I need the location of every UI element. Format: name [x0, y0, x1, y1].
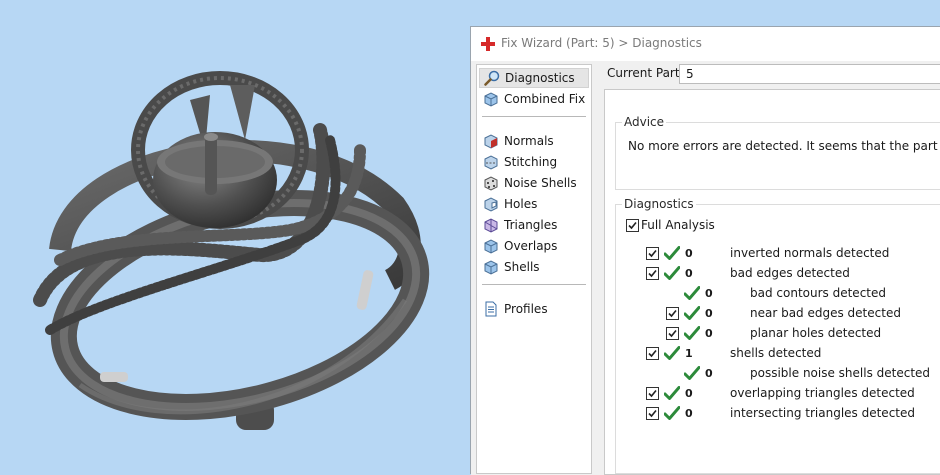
- ok-check-icon: [664, 346, 680, 360]
- diagnostic-count: 0: [705, 367, 713, 380]
- diagnostic-label: near bad edges detected: [750, 306, 901, 320]
- normals-cube-icon: [484, 134, 498, 149]
- triangles-cube-icon: [484, 218, 498, 233]
- diagnostic-label: planar holes detected: [750, 326, 882, 340]
- diagnostic-label: bad edges detected: [730, 266, 850, 280]
- ok-check-icon: [664, 406, 680, 420]
- diagnostic-count: 0: [705, 327, 713, 340]
- shells-cube-icon: [484, 260, 498, 275]
- sidebar-item-shells[interactable]: Shells: [479, 257, 589, 277]
- diagnostic-count: 0: [685, 407, 693, 420]
- wizard-client-area: Diagnostics Combined Fix Normals Stitchi…: [471, 61, 940, 475]
- sidebar-divider: [482, 116, 586, 117]
- sidebar-item-label: Normals: [504, 134, 554, 148]
- cube-icon: [484, 92, 498, 107]
- sidebar-item-label: Stitching: [504, 155, 558, 169]
- diagnostic-label: overlapping triangles detected: [730, 386, 915, 400]
- noise-cube-icon: [484, 176, 498, 191]
- stitching-cube-icon: [484, 155, 498, 170]
- sidebar-item-label: Noise Shells: [504, 176, 577, 190]
- sidebar-item-stitching[interactable]: Stitching: [479, 152, 589, 172]
- title-bar[interactable]: Fix Wizard (Part: 5) > Diagnostics: [471, 27, 940, 61]
- advice-group: Advice No more errors are detected. It s…: [615, 115, 940, 190]
- sidebar-item-label: Holes: [504, 197, 538, 211]
- diagnostic-count: 0: [685, 267, 693, 280]
- wizard-sidebar: Diagnostics Combined Fix Normals Stitchi…: [476, 64, 592, 474]
- diagnostic-count: 0: [685, 247, 693, 260]
- diagnostics-title: Diagnostics: [622, 197, 696, 211]
- ok-check-icon: [684, 286, 700, 300]
- diagnostic-label: bad contours detected: [750, 286, 886, 300]
- diagnostic-label: inverted normals detected: [730, 246, 890, 260]
- ok-check-icon: [684, 306, 700, 320]
- sidebar-divider: [482, 284, 586, 285]
- ok-check-icon: [684, 366, 700, 380]
- full-analysis-label: Full Analysis: [641, 218, 715, 232]
- diagnostic-label: intersecting triangles detected: [730, 406, 915, 420]
- advice-title: Advice: [622, 115, 667, 129]
- sidebar-item-holes[interactable]: Holes: [479, 194, 589, 214]
- diagnostic-checkbox[interactable]: [646, 387, 659, 400]
- diagnostics-group: Diagnostics Full Analysis 0 inverted norm…: [615, 197, 940, 474]
- ok-check-icon: [664, 246, 680, 260]
- sidebar-item-label: Overlaps: [504, 239, 558, 253]
- diagnostic-count: 1: [685, 347, 693, 360]
- ok-check-icon: [684, 326, 700, 340]
- profile-document-icon: [485, 301, 497, 317]
- ring-model: [33, 71, 430, 430]
- sidebar-item-normals[interactable]: Normals: [479, 131, 589, 151]
- diagnostic-label: possible noise shells detected: [750, 366, 931, 380]
- diagnostic-checkbox[interactable]: [646, 407, 659, 420]
- diagnostic-checkbox[interactable]: [646, 247, 659, 260]
- diagnostic-count: 0: [685, 387, 693, 400]
- sidebar-item-triangles[interactable]: Triangles: [479, 215, 589, 235]
- ok-check-icon: [664, 386, 680, 400]
- holes-cube-icon: [484, 197, 498, 212]
- fix-wizard-window: Fix Wizard (Part: 5) > Diagnostics Diagn…: [470, 26, 940, 475]
- diagnostic-checkbox[interactable]: [646, 347, 659, 360]
- current-part-label: Current Part:: [607, 66, 684, 80]
- diagnostic-checkbox[interactable]: [666, 327, 679, 340]
- diagnostic-checkbox[interactable]: [666, 307, 679, 320]
- sidebar-item-label: Shells: [504, 260, 540, 274]
- ok-check-icon: [664, 266, 680, 280]
- 3d-viewport[interactable]: [0, 0, 470, 474]
- diagnostic-count: 0: [705, 307, 713, 320]
- overlaps-cube-icon: [484, 239, 498, 254]
- diagnostics-panel: Advice No more errors are detected. It s…: [604, 89, 940, 475]
- sidebar-item-label: Profiles: [504, 302, 548, 316]
- advice-text: No more errors are detected. It seems th…: [628, 139, 940, 153]
- sidebar-item-diagnostics[interactable]: Diagnostics: [479, 68, 589, 88]
- diagnostic-count: 0: [705, 287, 713, 300]
- magnifier-icon: [484, 70, 500, 86]
- sidebar-item-label: Triangles: [504, 218, 558, 232]
- sidebar-item-label: Combined Fix: [504, 92, 586, 106]
- sidebar-item-label: Diagnostics: [505, 71, 575, 85]
- current-part-field[interactable]: 5: [679, 64, 940, 84]
- sidebar-item-profiles[interactable]: Profiles: [479, 299, 589, 319]
- diagnostic-label: shells detected: [730, 346, 822, 360]
- medical-cross-icon: [481, 37, 495, 51]
- sidebar-item-combined-fix[interactable]: Combined Fix: [479, 89, 589, 109]
- window-title: Fix Wizard (Part: 5) > Diagnostics: [501, 36, 702, 50]
- full-analysis-checkbox[interactable]: [626, 219, 639, 232]
- sidebar-item-overlaps[interactable]: Overlaps: [479, 236, 589, 256]
- sidebar-item-noise-shells[interactable]: Noise Shells: [479, 173, 589, 193]
- diagnostic-checkbox[interactable]: [646, 267, 659, 280]
